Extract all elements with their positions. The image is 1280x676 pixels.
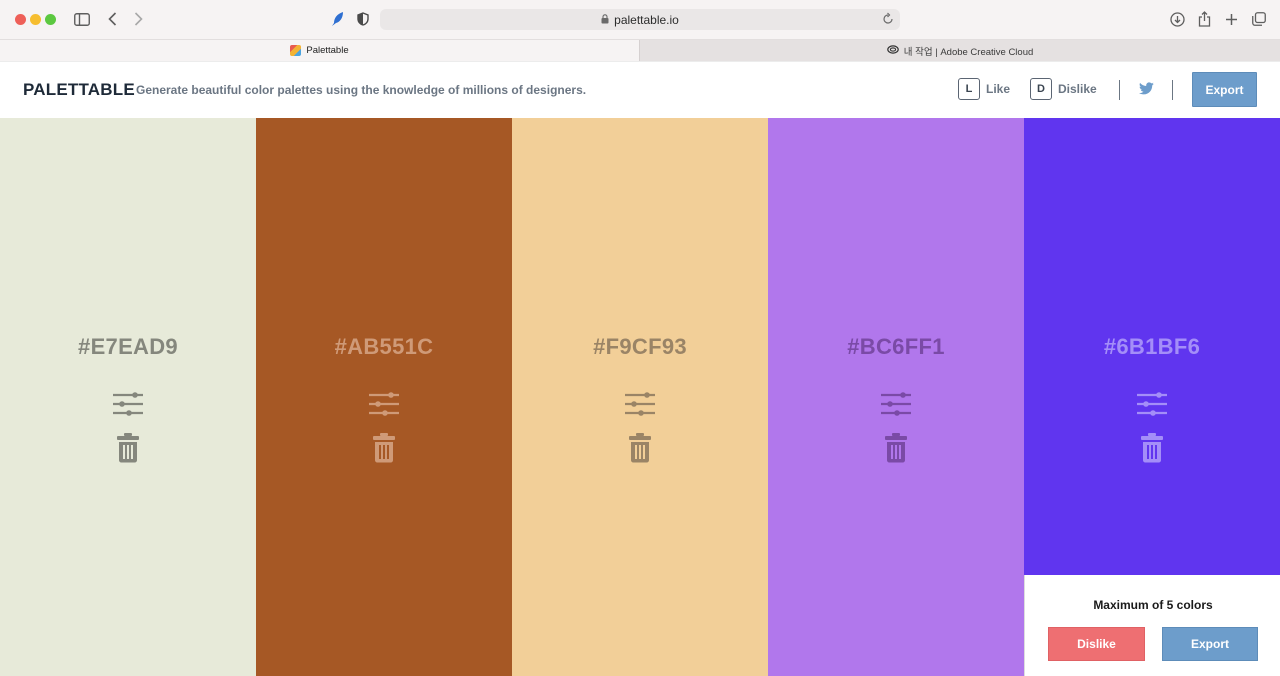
privacy-shield-icon[interactable]: [356, 9, 370, 29]
download-icon[interactable]: [1169, 9, 1185, 29]
creative-cloud-icon: [886, 44, 899, 57]
browser-toolbar: palettable.io: [0, 0, 1280, 39]
dislike-key-hint: D: [1030, 78, 1052, 100]
hex-code[interactable]: #E7EAD9: [0, 334, 256, 360]
browser-chrome: palettable.io Palettable 내 작업 | Adobe Cr…: [0, 0, 1280, 61]
sidebar-toggle-icon[interactable]: [73, 9, 91, 29]
max-colors-panel: Maximum of 5 colors Dislike Export: [1024, 575, 1280, 676]
tab-palettable[interactable]: Palettable: [0, 40, 639, 61]
tab-label: 내 작업 | Adobe Creative Cloud: [903, 46, 1034, 58]
trash-icon[interactable]: [373, 433, 395, 463]
app-header: PALETTABLE Generate beautiful color pale…: [0, 61, 1280, 118]
dislike-button[interactable]: D Dislike: [1030, 78, 1097, 100]
export-palette-button[interactable]: Export: [1162, 627, 1258, 661]
adjust-sliders-icon[interactable]: [112, 392, 144, 416]
like-button[interactable]: L Like: [958, 78, 1010, 100]
adjust-sliders-icon[interactable]: [880, 392, 912, 416]
brand-logo[interactable]: PALETTABLE: [23, 80, 135, 100]
color-swatch[interactable]: #BC6FF1: [768, 118, 1024, 676]
trash-icon[interactable]: [1141, 433, 1163, 463]
hex-code[interactable]: #6B1BF6: [1024, 334, 1280, 360]
dislike-label: Dislike: [1058, 82, 1097, 96]
color-swatch[interactable]: #E7EAD9: [0, 118, 256, 676]
reload-icon[interactable]: [882, 12, 894, 28]
tab-label: Palettable: [306, 45, 349, 56]
palettable-favicon-icon: [290, 45, 302, 56]
hex-code[interactable]: #AB551C: [256, 334, 512, 360]
adjust-sliders-icon[interactable]: [368, 392, 400, 416]
panel-title: Maximum of 5 colors: [1093, 598, 1213, 612]
trash-icon[interactable]: [885, 433, 907, 463]
address-text: palettable.io: [614, 12, 679, 27]
tab-bar: Palettable 내 작업 | Adobe Creative Cloud: [0, 39, 1280, 61]
trash-icon[interactable]: [629, 433, 651, 463]
divider: [1172, 80, 1173, 100]
dislike-palette-button[interactable]: Dislike: [1048, 627, 1145, 661]
close-window-button[interactable]: [15, 14, 26, 25]
adjust-sliders-icon[interactable]: [624, 392, 656, 416]
adjust-sliders-icon[interactable]: [1136, 392, 1168, 416]
color-swatch[interactable]: #AB551C: [256, 118, 512, 676]
tagline: Generate beautiful color palettes using …: [136, 83, 587, 97]
trash-icon[interactable]: [117, 433, 139, 463]
hex-code[interactable]: #BC6FF1: [768, 334, 1024, 360]
lock-icon: [601, 13, 609, 27]
zoom-window-button[interactable]: [45, 14, 56, 25]
tab-overview-icon[interactable]: [1251, 9, 1266, 29]
back-icon[interactable]: [105, 9, 119, 29]
twitter-icon[interactable]: [1139, 82, 1154, 100]
share-icon[interactable]: [1197, 9, 1211, 29]
like-key-hint: L: [958, 78, 980, 100]
minimize-window-button[interactable]: [30, 14, 41, 25]
extension-bird-icon[interactable]: [330, 9, 346, 29]
color-swatch[interactable]: #F9CF93: [512, 118, 768, 676]
color-swatch[interactable]: #6B1BF6: [1024, 118, 1280, 575]
new-tab-icon[interactable]: [1224, 9, 1238, 29]
export-button[interactable]: Export: [1192, 72, 1257, 107]
address-bar[interactable]: palettable.io: [380, 9, 900, 30]
divider: [1119, 80, 1120, 100]
hex-code[interactable]: #F9CF93: [512, 334, 768, 360]
tab-adobe-creative-cloud[interactable]: 내 작업 | Adobe Creative Cloud: [639, 40, 1280, 61]
forward-icon[interactable]: [131, 9, 145, 29]
like-label: Like: [986, 82, 1011, 96]
